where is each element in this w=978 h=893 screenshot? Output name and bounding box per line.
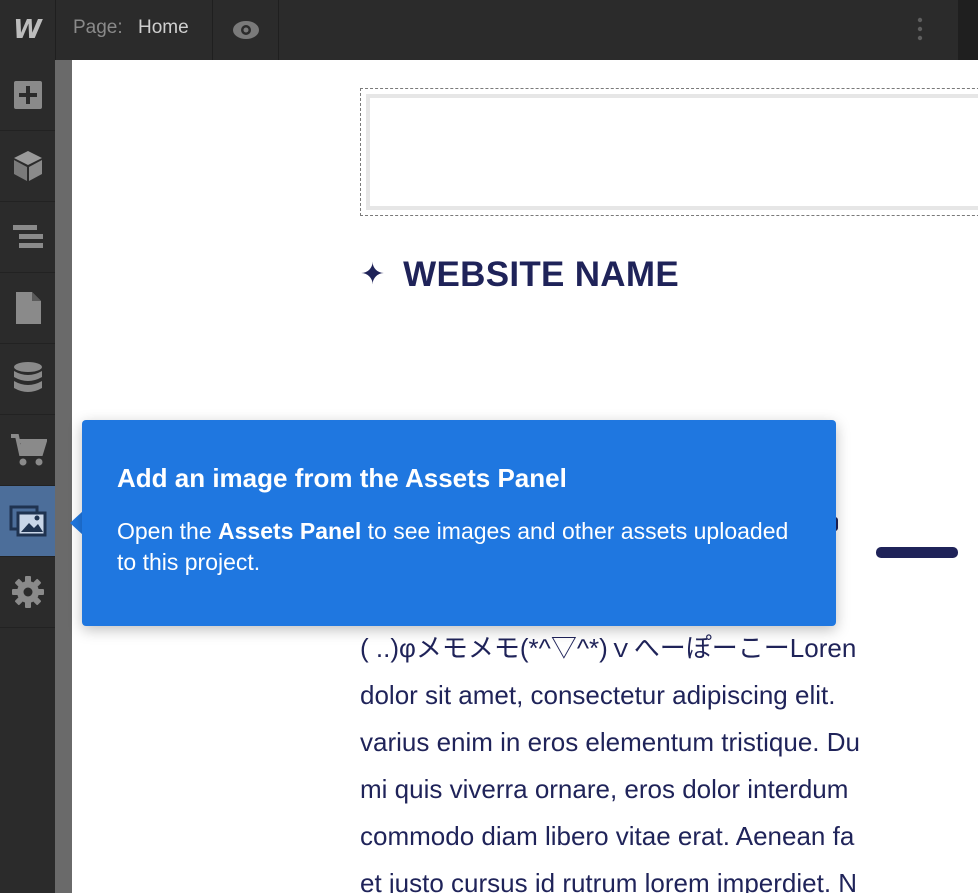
layers-icon (12, 225, 43, 248)
left-sidebar (0, 60, 55, 893)
plus-square-icon (13, 81, 42, 109)
cube-icon (13, 151, 42, 181)
database-icon (13, 362, 42, 392)
preview-button[interactable] (226, 12, 266, 48)
navigator-panel-button[interactable] (0, 202, 55, 273)
image-placeholder-frame (366, 94, 978, 210)
tooltip-body: Open the Assets Panel to see images and … (117, 516, 801, 578)
add-panel-button[interactable] (0, 60, 55, 131)
webflow-logo[interactable]: W (0, 0, 55, 60)
settings-panel-button[interactable] (0, 557, 55, 628)
divider (55, 0, 56, 60)
more-vertical-icon (917, 17, 923, 41)
file-icon (15, 292, 41, 324)
paragraph-line: commodo diam libero vitae erat. Aenean f… (360, 821, 855, 851)
tooltip-body-bold: Assets Panel (218, 518, 362, 544)
brand-row[interactable]: ✦ WEBSITE NAME (360, 255, 679, 295)
paragraph-line: mi quis viverra ornare, eros dolor inter… (360, 774, 849, 804)
tooltip-title: Add an image from the Assets Panel (117, 463, 567, 493)
more-options-button[interactable] (906, 12, 934, 48)
assets-tooltip: Add an image from the Assets Panel Open … (82, 420, 836, 626)
website-name: WEBSITE NAME (403, 255, 679, 294)
paragraph-line: et justo cursus id rutrum lorem imperdie… (360, 868, 858, 893)
divider (278, 0, 279, 60)
page-selector[interactable]: Home (138, 17, 189, 39)
page-label: Page: (73, 17, 123, 38)
symbols-panel-button[interactable] (0, 131, 55, 202)
heading-fragment (876, 547, 958, 558)
ecommerce-panel-button[interactable] (0, 415, 55, 486)
tooltip-body-text: Open the (117, 518, 219, 544)
cms-panel-button[interactable] (0, 344, 55, 415)
image-placeholder[interactable] (360, 88, 978, 216)
topbar-edge (958, 0, 978, 60)
pages-panel-button[interactable] (0, 273, 55, 344)
paragraph[interactable]: ( ..)φメモメモ(*^▽^*)ｖへーぽーこーLoren dolor sit … (360, 625, 978, 893)
paragraph-line: dolor sit amet, consectetur adipiscing e… (360, 680, 836, 710)
paragraph-line: ( ..)φメモメモ(*^▽^*)ｖへーぽーこーLoren (360, 633, 857, 663)
canvas-gutter (55, 60, 72, 893)
eye-icon (233, 21, 259, 39)
paragraph-line: varius enim in eros elementum tristique.… (360, 727, 860, 757)
gear-icon (11, 576, 44, 608)
images-icon (9, 505, 46, 537)
divider (212, 0, 213, 60)
cart-icon (10, 434, 47, 466)
assets-panel-button[interactable] (0, 486, 55, 557)
star-icon: ✦ (360, 257, 386, 292)
top-bar: W Page: Home (0, 0, 978, 61)
